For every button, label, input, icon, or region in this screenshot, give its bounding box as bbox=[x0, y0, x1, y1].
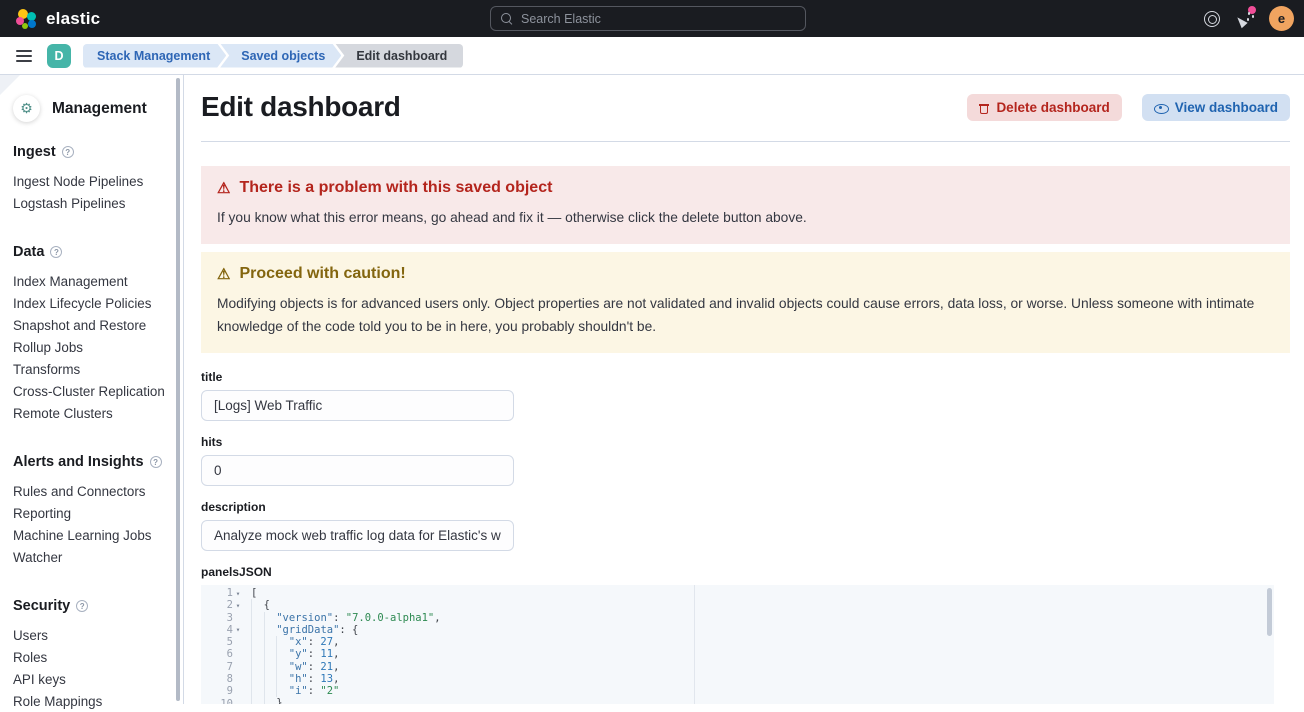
editor-line-1: 1▾[ bbox=[201, 587, 1274, 599]
breadcrumb-bar: D Stack ManagementSaved objectsEdit dash… bbox=[0, 37, 1304, 75]
sidebar-item-index-lifecycle-policies[interactable]: Index Lifecycle Policies bbox=[13, 292, 169, 314]
brand-name: elastic bbox=[46, 9, 100, 29]
field-label-title: title bbox=[201, 370, 1290, 384]
sidebar-item-users[interactable]: Users bbox=[13, 624, 169, 646]
breadcrumb: Stack ManagementSaved objectsEdit dashbo… bbox=[83, 44, 463, 68]
alert-icon: ⚠ bbox=[217, 181, 230, 196]
sidebar-item-remote-clusters[interactable]: Remote Clusters bbox=[13, 402, 169, 424]
editor-line-6: 6▾"y": 11, bbox=[201, 648, 1274, 660]
sidebar-item-reporting[interactable]: Reporting bbox=[13, 502, 169, 524]
editor-line-10: 10▾}, bbox=[201, 697, 1274, 704]
section-title-alerts-and-insights: Alerts and Insights? bbox=[13, 454, 169, 470]
fold-toggle-icon[interactable]: ▾ bbox=[233, 625, 243, 634]
field-input-hits[interactable] bbox=[201, 455, 514, 486]
info-icon[interactable]: ? bbox=[62, 146, 74, 158]
sidebar-section-data: Data? Index ManagementIndex Lifecycle Pol… bbox=[13, 244, 169, 424]
editor-line-7: 7▾"w": 21, bbox=[201, 661, 1274, 673]
error-callout-body: If you know what this error means, go ah… bbox=[217, 206, 1274, 229]
help-icon[interactable] bbox=[1204, 11, 1220, 27]
section-title-ingest: Ingest? bbox=[13, 144, 169, 160]
sidebar-section-security: Security? UsersRolesAPI keysRole Mappings bbox=[13, 598, 169, 712]
field-description: description bbox=[201, 500, 1290, 551]
sidebar-item-watcher[interactable]: Watcher bbox=[13, 546, 169, 568]
error-callout: ⚠ There is a problem with this saved obj… bbox=[201, 166, 1290, 244]
sidebar-scrollbar[interactable] bbox=[176, 78, 180, 701]
info-icon[interactable]: ? bbox=[150, 456, 162, 468]
breadcrumb-stack-management[interactable]: Stack Management bbox=[83, 44, 226, 68]
field-label-hits: hits bbox=[201, 435, 1290, 449]
delete-dashboard-button[interactable]: Delete dashboard bbox=[967, 94, 1121, 121]
print-margin-line bbox=[694, 585, 695, 704]
info-icon[interactable]: ? bbox=[50, 246, 62, 258]
eye-icon bbox=[1154, 102, 1168, 114]
error-callout-title: There is a problem with this saved objec… bbox=[239, 179, 552, 197]
management-sidebar: ⚙ Management Ingest? Ingest Node Pipeline… bbox=[0, 75, 184, 704]
gear-icon: ⚙ bbox=[13, 95, 40, 122]
top-header-bar: elastic e bbox=[0, 0, 1304, 37]
field-label-panelsJSON: panelsJSON bbox=[201, 565, 1290, 579]
sidebar-item-cross-cluster-replication[interactable]: Cross-Cluster Replication bbox=[13, 380, 169, 402]
editor-scrollbar[interactable] bbox=[1267, 588, 1272, 636]
info-icon[interactable]: ? bbox=[76, 600, 88, 612]
sidebar-item-rules-and-connectors[interactable]: Rules and Connectors bbox=[13, 480, 169, 502]
sidebar-item-role-mappings[interactable]: Role Mappings bbox=[13, 690, 169, 712]
breadcrumb-saved-objects[interactable]: Saved objects bbox=[220, 44, 341, 68]
header-divider bbox=[201, 141, 1290, 142]
section-title-data: Data? bbox=[13, 244, 169, 260]
sidebar-section-alerts-and-insights: Alerts and Insights? Rules and Connectors… bbox=[13, 454, 169, 568]
editor-line-8: 8▾"h": 13, bbox=[201, 673, 1274, 685]
fold-toggle-icon[interactable]: ▾ bbox=[233, 601, 243, 610]
sidebar-item-snapshot-and-restore[interactable]: Snapshot and Restore bbox=[13, 314, 169, 336]
sidebar-item-transforms[interactable]: Transforms bbox=[13, 358, 169, 380]
sidebar-item-roles[interactable]: Roles bbox=[13, 646, 169, 668]
sidebar-item-index-management[interactable]: Index Management bbox=[13, 270, 169, 292]
editor-line-2: 2▾{ bbox=[201, 599, 1274, 611]
sidebar-item-api-keys[interactable]: API keys bbox=[13, 668, 169, 690]
editor-line-3: 3▾"version": "7.0.0-alpha1", bbox=[201, 612, 1274, 624]
warning-callout-body: Modifying objects is for advanced users … bbox=[217, 292, 1274, 338]
elastic-logo-icon bbox=[16, 8, 38, 30]
menu-icon[interactable] bbox=[9, 41, 39, 71]
view-dashboard-button[interactable]: View dashboard bbox=[1142, 94, 1290, 121]
page-title: Edit dashboard bbox=[201, 90, 401, 124]
sidebar-header: ⚙ Management bbox=[13, 95, 169, 122]
global-search-bar[interactable] bbox=[490, 6, 806, 31]
warning-callout-title: Proceed with caution! bbox=[239, 265, 405, 283]
user-avatar[interactable]: e bbox=[1269, 6, 1294, 31]
section-title-security: Security? bbox=[13, 598, 169, 614]
alert-icon: ⚠ bbox=[217, 267, 230, 282]
sidebar-title: Management bbox=[52, 100, 147, 118]
search-icon bbox=[501, 13, 513, 25]
breadcrumb-edit-dashboard: Edit dashboard bbox=[335, 44, 463, 68]
editor-line-9: 9▾"i": "2" bbox=[201, 685, 1274, 697]
sidebar-section-ingest: Ingest? Ingest Node PipelinesLogstash Pip… bbox=[13, 144, 169, 214]
search-input[interactable] bbox=[521, 12, 771, 26]
notification-dot bbox=[1248, 6, 1256, 14]
sidebar-item-logstash-pipelines[interactable]: Logstash Pipelines bbox=[13, 192, 169, 214]
field-hits: hits bbox=[201, 435, 1290, 486]
elastic-logo[interactable]: elastic bbox=[16, 8, 100, 30]
field-input-description[interactable] bbox=[201, 520, 514, 551]
field-title: title bbox=[201, 370, 1290, 421]
newsfeed-icon[interactable] bbox=[1236, 10, 1253, 27]
panels-json-editor[interactable]: 1▾[2▾{3▾"version": "7.0.0-alpha1",4▾"gri… bbox=[201, 585, 1274, 704]
corner-notch bbox=[0, 75, 20, 95]
sidebar-item-machine-learning-jobs[interactable]: Machine Learning Jobs bbox=[13, 524, 169, 546]
field-label-description: description bbox=[201, 500, 1290, 514]
warning-callout: ⚠ Proceed with caution! Modifying object… bbox=[201, 252, 1290, 353]
editor-line-4: 4▾"gridData": { bbox=[201, 624, 1274, 636]
app-badge[interactable]: D bbox=[47, 44, 71, 68]
sidebar-item-rollup-jobs[interactable]: Rollup Jobs bbox=[13, 336, 169, 358]
sidebar-item-ingest-node-pipelines[interactable]: Ingest Node Pipelines bbox=[13, 170, 169, 192]
trash-icon bbox=[979, 102, 989, 114]
fold-toggle-icon[interactable]: ▾ bbox=[233, 589, 243, 598]
field-input-title[interactable] bbox=[201, 390, 514, 421]
editor-line-5: 5▾"x": 27, bbox=[201, 636, 1274, 648]
main-content: Edit dashboard Delete dashboard View das… bbox=[184, 75, 1304, 704]
